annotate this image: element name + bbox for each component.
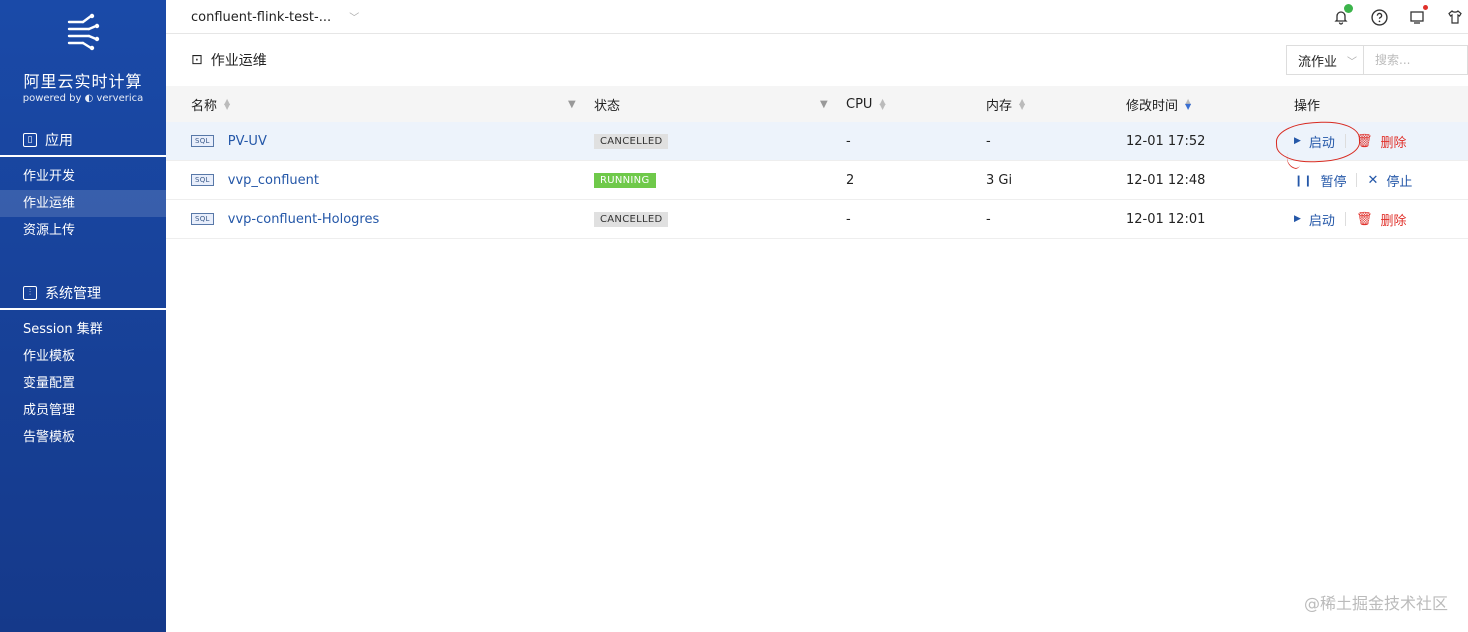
sidebar-item-job-ops[interactable]: 作业运维 — [0, 190, 166, 217]
brand-sub-text: powered by — [22, 93, 82, 104]
chevron-down-icon: ﹀ — [349, 12, 360, 24]
filter-bar: 流作业 ﹀ — [1286, 45, 1468, 75]
flink-logo-icon — [67, 13, 100, 51]
ververica-icon: ◐ — [84, 93, 94, 104]
project-name: confluent-flink-test-... — [191, 9, 332, 25]
table-row[interactable]: SQL vvp-confluent-Hologres CANCELLED - - … — [166, 200, 1468, 239]
job-type-value: 流作业 — [1298, 54, 1338, 70]
start-button[interactable]: ▶ 启动 — [1294, 210, 1335, 229]
project-selector[interactable]: confluent-flink-test-... ﹀ — [191, 9, 359, 25]
chevron-down-icon: ﹀ — [1347, 56, 1358, 68]
sidebar-item-job-template[interactable]: 作业模板 — [0, 343, 166, 370]
col-memory-label: 内存 — [986, 98, 1013, 114]
status-badge: RUNNING — [594, 172, 656, 188]
pause-button[interactable]: ❙❙ 暂停 — [1294, 171, 1346, 190]
memory-value: 3 Gi — [986, 172, 1013, 188]
delete-button[interactable]: 🗑 删除 — [1356, 132, 1407, 151]
sql-tag: SQL — [191, 174, 214, 186]
col-status: 状态 — [594, 95, 620, 114]
memory-value: - — [986, 133, 991, 149]
cpu-value: 2 — [846, 172, 855, 188]
table-header: 名称 ▲ ▼ ▼ 状态 ▼ CPU ▲ ▼ 内存 ▲ ▼ 修改时间 ▲ ▼ 操作 — [166, 86, 1468, 122]
col-memory[interactable]: 内存 ▲ ▼ — [986, 95, 1025, 114]
start-label: 启动 — [1308, 213, 1335, 229]
screen-icon[interactable] — [1408, 5, 1428, 26]
col-cpu[interactable]: CPU ▲ ▼ — [846, 97, 886, 112]
cpu-value: - — [846, 133, 851, 149]
page-title: ⊡ 作业运维 — [191, 50, 267, 70]
settings-icon: ⫶ — [23, 286, 37, 300]
bell-icon[interactable] — [1332, 4, 1353, 26]
modified-time: 12-01 17:52 — [1126, 133, 1206, 149]
col-ops-label: 操作 — [1294, 98, 1321, 114]
col-name-label: 名称 — [191, 98, 218, 114]
sort-icon: ▲ ▼ — [224, 97, 231, 111]
nav-head-label: 应用 — [45, 133, 73, 149]
status-badge: CANCELLED — [594, 133, 669, 149]
brand-logo[interactable]: 阿里云实时计算 powered by ◐ ververica — [0, 0, 166, 104]
alert-dot — [1423, 5, 1428, 10]
nav-head-app[interactable]: ▯ 应用 — [0, 131, 166, 157]
nav-head-system[interactable]: ⫶ 系统管理 — [0, 284, 166, 310]
sidebar-item-alert-template[interactable]: 告警模板 — [0, 424, 166, 451]
topbar: confluent-flink-test-... ﹀ — [166, 0, 1468, 34]
table-row[interactable]: SQL PV-UV CANCELLED - - 12-01 17:52 ▶ 启动 🗑… — [166, 122, 1468, 161]
col-status-label: 状态 — [594, 98, 621, 114]
sidebar-item-session-cluster[interactable]: Session 集群 — [0, 316, 166, 343]
nav-section-system: ⫶ 系统管理 Session 集群 作业模板 变量配置 成员管理 告警模板 — [0, 284, 166, 451]
notification-badge — [1344, 4, 1353, 13]
jobs-table: 名称 ▲ ▼ ▼ 状态 ▼ CPU ▲ ▼ 内存 ▲ ▼ 修改时间 ▲ ▼ 操作 SQL… — [166, 86, 1468, 239]
job-name-link[interactable]: vvp_confluent — [228, 173, 319, 188]
brand-subtitle: powered by ◐ ververica — [0, 93, 166, 104]
table-row[interactable]: SQL vvp_confluent RUNNING 2 3 Gi 12-01 12… — [166, 161, 1468, 200]
sort-icon: ▲ ▼ — [879, 97, 886, 111]
filter-icon[interactable]: ▼ — [568, 99, 576, 110]
brand-title: 阿里云实时计算 — [23, 72, 143, 91]
help-icon[interactable] — [1370, 8, 1388, 26]
close-icon: ✕ — [1367, 172, 1379, 188]
delete-button[interactable]: 🗑 删除 — [1356, 210, 1407, 229]
cpu-value: - — [846, 211, 851, 227]
filter-icon[interactable]: ▼ — [820, 99, 828, 110]
nav-section-app: ▯ 应用 作业开发 作业运维 资源上传 — [0, 131, 166, 244]
sidebar: 阿里云实时计算 powered by ◐ ververica ▯ 应用 作业开发… — [0, 0, 166, 632]
status-badge: CANCELLED — [594, 211, 669, 227]
brand-partner: ververica — [96, 93, 144, 104]
delete-label: 删除 — [1380, 135, 1407, 151]
pause-icon: ❙❙ — [1294, 173, 1313, 187]
memory-value: - — [986, 211, 991, 227]
trash-icon: 🗑 — [1355, 211, 1373, 227]
modified-time: 12-01 12:48 — [1126, 172, 1206, 188]
sidebar-item-member-mgmt[interactable]: 成员管理 — [0, 397, 166, 424]
col-modified[interactable]: 修改时间 ▲ ▼ — [1126, 95, 1191, 114]
page-header: ⊡ 作业运维 流作业 ﹀ — [166, 34, 1468, 86]
sort-icon: ▲ ▼ — [1185, 97, 1192, 111]
sidebar-item-variable-config[interactable]: 变量配置 — [0, 370, 166, 397]
delete-label: 删除 — [1380, 213, 1407, 229]
nav-head-label: 系统管理 — [45, 286, 101, 302]
sort-icon: ▲ ▼ — [1019, 97, 1026, 111]
page-title-text: 作业运维 — [210, 53, 267, 69]
ops-icon: ⊡ — [191, 52, 203, 68]
col-ops: 操作 — [1294, 95, 1320, 114]
stop-label: 停止 — [1386, 174, 1413, 190]
modified-time: 12-01 12:01 — [1126, 211, 1206, 227]
job-name-link[interactable]: vvp-confluent-Hologres — [228, 212, 380, 227]
app-icon: ▯ — [23, 133, 37, 147]
job-type-select[interactable]: 流作业 ﹀ — [1286, 45, 1364, 75]
col-cpu-label: CPU — [846, 96, 873, 112]
col-modified-label: 修改时间 — [1126, 98, 1179, 114]
pause-label: 暂停 — [1320, 174, 1347, 190]
sidebar-item-job-dev[interactable]: 作业开发 — [0, 163, 166, 190]
col-name[interactable]: 名称 ▲ ▼ — [191, 95, 230, 114]
job-name-link[interactable]: PV-UV — [228, 134, 267, 149]
sidebar-item-resource-upload[interactable]: 资源上传 — [0, 217, 166, 244]
watermark: @稀土掘金技术社区 — [1303, 594, 1448, 613]
stop-button[interactable]: ✕ 停止 — [1367, 171, 1412, 190]
sql-tag: SQL — [191, 213, 214, 225]
sql-tag: SQL — [191, 135, 214, 147]
search-input[interactable] — [1364, 45, 1468, 75]
play-icon: ▶ — [1294, 214, 1301, 224]
shirt-icon[interactable] — [1446, 8, 1464, 26]
